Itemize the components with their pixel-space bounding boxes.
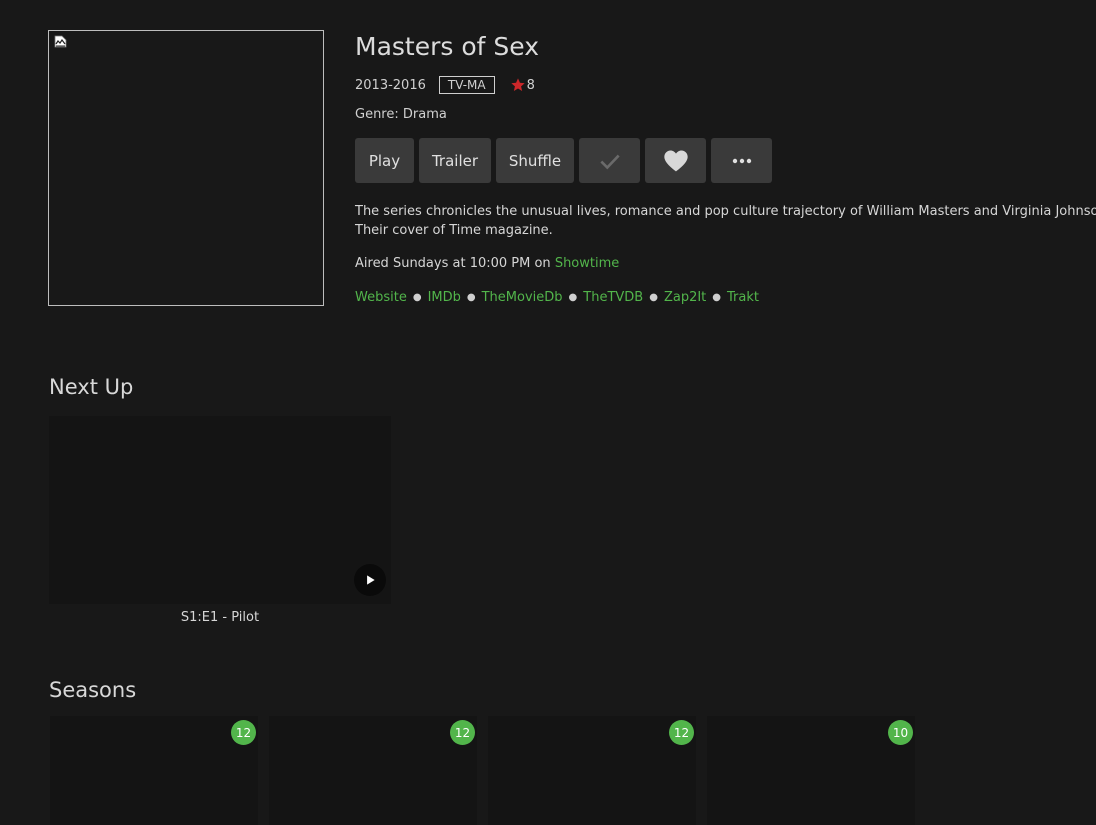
play-episode-button[interactable] — [354, 564, 386, 596]
genre-line: Genre: Drama — [355, 107, 447, 122]
episode-count-badge: 12 — [231, 720, 256, 745]
link-separator: ● — [568, 292, 578, 303]
season-card[interactable]: 12 — [488, 716, 696, 825]
link-website[interactable]: Website — [355, 290, 407, 305]
more-horizontal-icon — [732, 158, 751, 163]
overview-text: The series chronicles the unusual lives,… — [355, 204, 1096, 238]
link-separator: ● — [649, 292, 658, 303]
community-rating: 8 — [510, 77, 535, 93]
network-link[interactable]: Showtime — [555, 256, 619, 271]
season-card[interactable]: 10 — [707, 716, 915, 825]
play-button[interactable]: Play — [355, 138, 414, 183]
more-button[interactable] — [711, 138, 772, 183]
check-icon — [599, 154, 620, 169]
link-imdb[interactable]: IMDb — [428, 290, 461, 305]
next-up-episode-card[interactable] — [49, 416, 391, 604]
air-schedule: Aired Sundays at 10:00 PM on Showtime — [355, 256, 619, 271]
external-links: Website ● IMDb ● TheMovieDb ● TheTVDB ● Zap2It ● T… — [355, 290, 759, 305]
shuffle-button[interactable]: Shuffle — [496, 138, 574, 183]
episode-count-badge: 12 — [450, 720, 475, 745]
item-detail-page: Masters of Sex 2013-2016 TV-MA 8 Genre: … — [0, 0, 1096, 825]
trailer-button[interactable]: Trailer — [419, 138, 491, 183]
episode-count-badge: 10 — [888, 720, 913, 745]
rating-value: 8 — [526, 77, 535, 93]
link-zap2it[interactable]: Zap2It — [664, 290, 706, 305]
episode-count-badge: 12 — [669, 720, 694, 745]
seasons-heading: Seasons — [49, 678, 137, 702]
play-icon — [367, 575, 375, 585]
air-time-text: Aired Sundays at 10:00 PM on — [355, 256, 551, 271]
broken-image-icon — [54, 35, 67, 48]
link-separator: ● — [712, 292, 722, 303]
link-themoviedb[interactable]: TheMovieDb — [482, 290, 563, 305]
link-thetvdb[interactable]: TheTVDB — [583, 290, 643, 305]
meta-row: 2013-2016 TV-MA 8 — [355, 76, 535, 94]
content-rating-badge: TV-MA — [438, 76, 495, 94]
link-trakt[interactable]: Trakt — [727, 290, 759, 305]
link-separator: ● — [466, 292, 476, 303]
heart-icon — [663, 150, 688, 171]
next-up-episode-label[interactable]: S1:E1 - Pilot — [49, 610, 391, 625]
mark-played-button[interactable] — [579, 138, 640, 183]
favorite-button[interactable] — [645, 138, 706, 183]
year-range: 2013-2016 — [355, 77, 426, 93]
next-up-heading: Next Up — [49, 375, 134, 399]
link-separator: ● — [412, 292, 422, 303]
action-buttons: Play Trailer Shuffle — [355, 138, 777, 183]
season-card[interactable]: 12 — [269, 716, 477, 825]
poster-image[interactable] — [48, 30, 324, 306]
season-card[interactable]: 12 — [50, 716, 258, 825]
page-title: Masters of Sex — [355, 32, 539, 61]
star-icon — [510, 78, 525, 91]
